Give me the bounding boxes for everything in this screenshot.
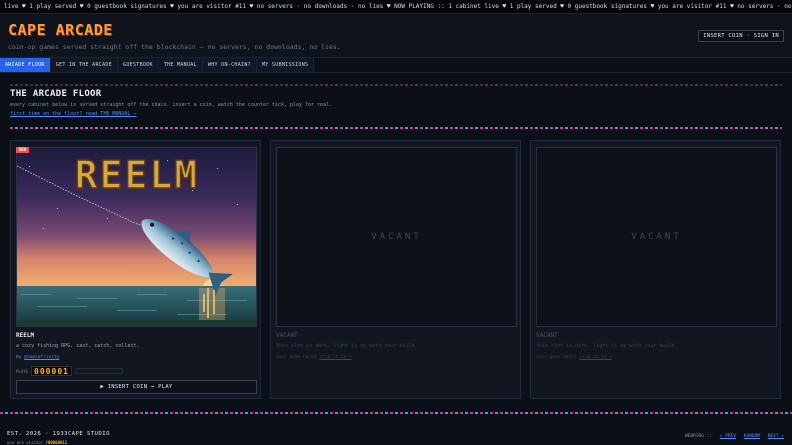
- visitor-counter: you are visitor #00000011: [7, 440, 67, 445]
- tab-why-on-chain[interactable]: WHY ON-CHAIN?: [202, 58, 257, 72]
- page-title: THE ARCADE FLOOR: [10, 89, 102, 99]
- new-badge: NEW: [16, 147, 29, 153]
- insert-coin-play-button[interactable]: ▶ INSERT COIN → PLAY: [16, 380, 257, 394]
- visitor-count: 00000011: [47, 440, 68, 445]
- cabinet-screen[interactable]: REELM: [16, 147, 257, 327]
- visitor-prefix: you are visitor #: [7, 440, 48, 445]
- vacant-screen: VACANT: [276, 147, 517, 327]
- site-tagline: coin-op games served straight off the bl…: [8, 43, 341, 51]
- webring-next-link[interactable]: NEXT »: [768, 434, 784, 439]
- reelm-artwork: REELM: [17, 148, 256, 326]
- page-intro: every cabinet below is served straight o…: [10, 102, 333, 108]
- cabinet-title: VACANT: [276, 332, 298, 339]
- webring-random-link[interactable]: RANDOM: [744, 434, 760, 439]
- vacant-cta: your game here? slip it in →: [276, 355, 352, 360]
- ticker-bar: live ♥ 1 play served ♥ 0 guestbook signa…: [0, 0, 792, 14]
- site-footer: EST. 2026 · 1933CAPE STUDIO you are visi…: [0, 424, 792, 445]
- cabinet-vacant-2: VACANT VACANT this slot is dark. light i…: [530, 140, 781, 399]
- tab-arcade-floor[interactable]: ARCADE FLOOR: [0, 58, 51, 72]
- tab-the-manual[interactable]: THE MANUAL: [158, 58, 203, 72]
- slip-it-in-link[interactable]: slip it in →: [319, 355, 352, 360]
- cta-prefix: your game here?: [536, 355, 577, 360]
- cabinet-byline: by @iamsofrivity: [16, 355, 59, 360]
- plays-counter: PLAYS 000001: [16, 366, 123, 376]
- stripe-divider: [10, 127, 782, 129]
- main-nav: ARCADE FLOOR GET IN THE ARCADE GUESTBOOK…: [0, 58, 315, 72]
- tab-get-in-the-arcade[interactable]: GET IN THE ARCADE: [50, 58, 119, 72]
- sign-in-button[interactable]: INSERT COIN · SIGN IN: [698, 30, 784, 42]
- author-link[interactable]: @iamsofrivity: [24, 355, 59, 360]
- plays-count: 000001: [31, 366, 72, 376]
- vacant-screen-label: VACANT: [371, 232, 422, 242]
- tab-my-submissions[interactable]: MY SUBMISSIONS: [256, 58, 315, 72]
- nav-divider: [0, 72, 792, 73]
- site-title[interactable]: CAPE ARCADE: [8, 21, 113, 39]
- vacant-screen: VACANT: [536, 147, 777, 327]
- webring-nav: WEBRING :: « PREV RANDOM NEXT »: [685, 434, 784, 439]
- reelm-art-title: REELM: [75, 153, 199, 197]
- cabinet-vacant-1: VACANT VACANT this slot is dark. light i…: [270, 140, 521, 399]
- cabinet-description: this slot is dark. light it up with your…: [276, 343, 418, 349]
- cta-prefix: your game here?: [276, 355, 317, 360]
- cabinet-description: this slot is dark. light it up with your…: [536, 343, 678, 349]
- vacant-screen-label: VACANT: [631, 232, 682, 242]
- cabinet-reelm[interactable]: REELM NEW REELM a cozy fishing RPG. cast…: [10, 140, 261, 399]
- vacant-cta: your game here? slip it in →: [536, 355, 612, 360]
- plays-meter: [74, 368, 123, 374]
- cabinet-title: VACANT: [536, 332, 558, 339]
- webring-label: WEBRING ::: [684, 434, 713, 439]
- plays-label: PLAYS: [16, 368, 29, 374]
- webring-prev-link[interactable]: « PREV: [720, 434, 736, 439]
- tab-guestbook[interactable]: GUESTBOOK: [118, 58, 159, 72]
- footer-stripe-divider: [0, 412, 792, 414]
- header-stripe-divider: [10, 84, 782, 86]
- byline-prefix: by: [16, 355, 22, 360]
- cabinet-description: a cozy fishing RPG. cast, catch, collect…: [16, 343, 140, 349]
- manual-link[interactable]: first time on the floor? read THE MANUAL…: [10, 111, 136, 117]
- slip-it-in-link[interactable]: slip it in →: [579, 355, 612, 360]
- cabinet-title[interactable]: REELM: [16, 332, 34, 339]
- site-header: CAPE ARCADE coin-op games served straigh…: [0, 14, 792, 58]
- footer-established: EST. 2026 · 1933CAPE STUDIO: [7, 431, 110, 437]
